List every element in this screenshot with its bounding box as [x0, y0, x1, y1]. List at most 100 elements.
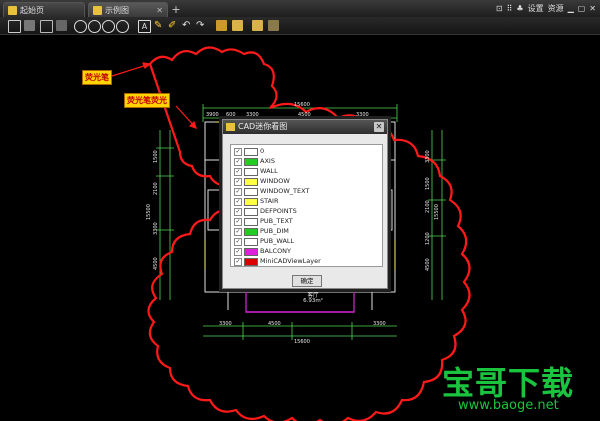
dim-right: 2100	[425, 200, 431, 213]
layer-checkbox[interactable]: ✓	[234, 238, 242, 246]
measure-icon[interactable]	[216, 20, 227, 31]
layer-checkbox[interactable]: ✓	[234, 208, 242, 216]
compare-icon[interactable]	[268, 20, 279, 31]
zoom-in-icon[interactable]	[102, 20, 115, 33]
print-icon[interactable]	[40, 20, 53, 33]
app-logo-icon	[8, 6, 17, 15]
dialog-titlebar[interactable]: CAD迷你看图 ✕	[223, 120, 387, 134]
highlighter-icon[interactable]: ✐	[168, 20, 179, 31]
layer-color-swatch[interactable]	[244, 188, 258, 196]
layer-color-swatch[interactable]	[244, 178, 258, 186]
dialog-title: CAD迷你看图	[238, 122, 288, 131]
tab-bar: 起始页 示例图_8x7328.dwg ✕ + ⊡ ⠿ ♣ 设置 资源 ▁ ▢ ✕	[0, 0, 600, 30]
dim-bottom-seg: 3300	[219, 321, 232, 327]
undo-icon[interactable]: ↶	[182, 20, 193, 31]
layer-name: WALL	[260, 167, 278, 175]
layer-color-swatch[interactable]	[244, 198, 258, 206]
layer-row[interactable]: ✓ PUB_TEXT	[231, 217, 381, 226]
layer-color-swatch[interactable]	[244, 208, 258, 216]
layer-color-swatch[interactable]	[244, 228, 258, 236]
layer-name: 0	[260, 147, 265, 155]
layer-color-swatch[interactable]	[244, 168, 258, 176]
tab-drawing-file[interactable]: 示例图_8x7328.dwg ✕	[88, 2, 168, 30]
layer-dialog: CAD迷你看图 ✕ ✓ 0 ✓ AXIS ✓ WALL ✓ WINDOW ✓ WINDOW_TEX…	[222, 119, 388, 289]
redo-icon[interactable]: ↷	[196, 20, 207, 31]
dialog-close-button[interactable]: ✕	[374, 122, 384, 132]
skin-icon[interactable]: ♣	[516, 4, 523, 13]
layer-checkbox[interactable]: ✓	[234, 148, 242, 156]
layer-row[interactable]: ✓ PUB_WALL	[231, 237, 381, 246]
layout-icon[interactable]	[232, 20, 243, 31]
layer-color-swatch[interactable]	[244, 158, 258, 166]
annotation-label[interactable]: 荧光笔荧光	[124, 93, 170, 108]
dim-left: 3300	[153, 222, 159, 235]
dim-left: 2100	[153, 182, 159, 195]
dim-right-total: 15500	[434, 204, 440, 220]
layer-row[interactable]: ✓ BALCONY	[231, 247, 381, 256]
layer-row[interactable]: ✓ WINDOW_TEXT	[231, 187, 381, 196]
layer-row[interactable]: ✓ MiniCADViewLayer	[231, 257, 381, 266]
annotation-label[interactable]: 荧光笔	[82, 70, 112, 85]
dim-top-seg: 3900	[206, 112, 219, 118]
layer-color-swatch[interactable]	[244, 218, 258, 226]
dim-top-seg: 600	[226, 112, 236, 118]
layer-color-swatch[interactable]	[244, 248, 258, 256]
layer-row[interactable]: ✓ PUB_DIM	[231, 227, 381, 236]
layer-list[interactable]: ✓ 0 ✓ AXIS ✓ WALL ✓ WINDOW ✓ WINDOW_TEXT ✓ STAIR ✓ DE…	[230, 144, 383, 267]
layer-color-swatch[interactable]	[244, 238, 258, 246]
dim-left-total: 15500	[146, 204, 152, 220]
layer-row[interactable]: ✓ WALL	[231, 167, 381, 176]
layer-row[interactable]: ✓ DEFPOINTS	[231, 207, 381, 216]
export-icon[interactable]	[56, 20, 67, 31]
layer-name: AXIS	[260, 157, 275, 165]
layer-row[interactable]: ✓ 0	[231, 147, 381, 156]
minimize-icon[interactable]: ▁	[568, 4, 574, 13]
text-icon[interactable]: A	[138, 20, 151, 33]
watermark-url: www.baoge.net	[458, 398, 559, 413]
window-controls: ⊡ ⠿ ♣ 设置 资源 ▁ ▢ ✕	[496, 2, 596, 15]
save-icon[interactable]	[24, 20, 35, 31]
layer-color-swatch[interactable]	[244, 258, 258, 266]
dim-bottom-total: 15600	[294, 339, 310, 345]
menu-icon[interactable]: ⊡	[496, 4, 503, 13]
open-icon[interactable]	[8, 20, 21, 33]
zoom-icon[interactable]	[88, 20, 101, 33]
layer-row[interactable]: ✓ AXIS	[231, 157, 381, 166]
dim-bottom-seg: 4500	[268, 321, 281, 327]
layer-checkbox[interactable]: ✓	[234, 248, 242, 256]
resources-button[interactable]: 资源	[548, 3, 564, 14]
layer-checkbox[interactable]: ✓	[234, 258, 242, 266]
layer-checkbox[interactable]: ✓	[234, 198, 242, 206]
layer-color-swatch[interactable]	[244, 148, 258, 156]
layer-checkbox[interactable]: ✓	[234, 188, 242, 196]
layer-checkbox[interactable]: ✓	[234, 178, 242, 186]
layer-checkbox[interactable]: ✓	[234, 158, 242, 166]
close-icon[interactable]: ✕	[589, 4, 596, 13]
dim-right: 3300	[425, 150, 431, 163]
dim-top-seg: 4500	[298, 112, 311, 118]
tab-start-page[interactable]: 起始页	[3, 2, 85, 17]
new-tab-button[interactable]: +	[170, 3, 182, 16]
maximize-icon[interactable]: ▢	[578, 4, 586, 13]
dim-top-total: 15600	[294, 102, 310, 108]
dim-left: 1500	[153, 150, 159, 163]
layer-row[interactable]: ✓ STAIR	[231, 197, 381, 206]
apps-icon[interactable]: ⠿	[507, 4, 513, 13]
pan-icon[interactable]	[74, 20, 87, 33]
layer-name: PUB_DIM	[260, 227, 289, 235]
picture-icon[interactable]	[252, 20, 263, 31]
dim-right: 4500	[425, 258, 431, 271]
zoom-window-icon[interactable]	[116, 20, 129, 33]
layer-checkbox[interactable]: ✓	[234, 168, 242, 176]
layer-row[interactable]: ✓ WINDOW	[231, 177, 381, 186]
toolbar: A ✎ ✐ ↶ ↷	[0, 17, 600, 35]
settings-button[interactable]: 设置	[528, 3, 544, 14]
room-area: 6.93m²	[303, 298, 323, 304]
layer-checkbox[interactable]: ✓	[234, 218, 242, 226]
layer-name: PUB_TEXT	[260, 217, 293, 225]
ok-button[interactable]: 确定	[292, 275, 322, 287]
layer-checkbox[interactable]: ✓	[234, 228, 242, 236]
pen-icon[interactable]: ✎	[154, 20, 165, 31]
tab-close-icon[interactable]: ✕	[156, 3, 163, 18]
tab-label: 起始页	[20, 6, 44, 15]
